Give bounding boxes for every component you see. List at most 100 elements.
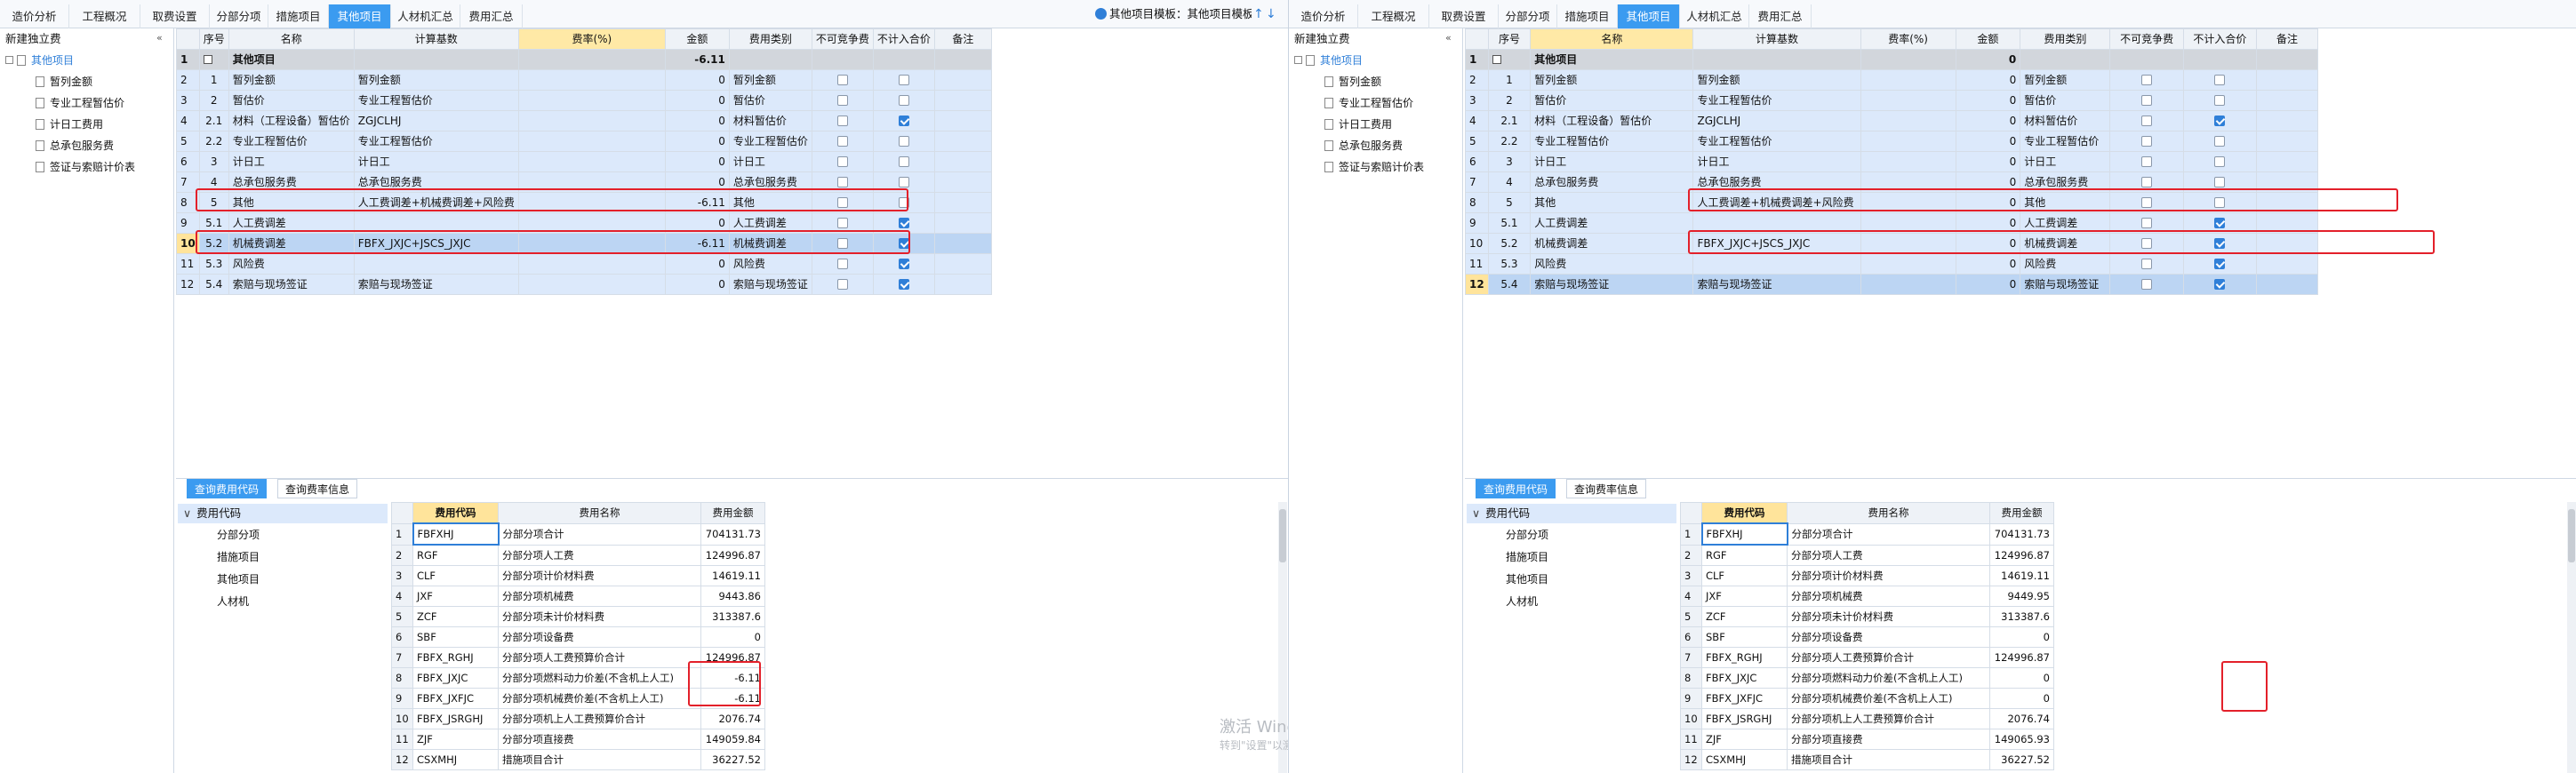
grid-cell-category[interactable]: 材料暂估价 (728, 110, 812, 131)
tree-item[interactable]: 专业工程暂估价 (1324, 92, 1413, 114)
grid-cell-rate[interactable] (517, 110, 666, 131)
exclude-total-cell[interactable] (872, 90, 935, 111)
grid-cell-category[interactable]: 专业工程暂估价 (728, 131, 812, 152)
code-cell[interactable]: ZJF (412, 729, 499, 750)
grid-cell-rate[interactable] (517, 212, 666, 234)
grid-cell-remark[interactable] (2255, 233, 2319, 254)
grid-cell-category[interactable]: 暂列金额 (2020, 69, 2111, 91)
grid-cell-category[interactable]: 风险费 (728, 253, 812, 275)
grid-cell-remark[interactable] (2255, 131, 2319, 152)
grid-cell-seq[interactable]: 2.2 (1487, 131, 1532, 152)
grid-row[interactable]: 12 5.4 索赔与现场签证 索赔与现场签证 0 索赔与现场签证 (1465, 274, 2319, 295)
code-cell[interactable]: RGF (1701, 544, 1788, 566)
grid-cell-remark[interactable] (2255, 110, 2319, 131)
grid-cell-base[interactable]: FBFX_JXJC+JSCS_JXJC (353, 233, 519, 254)
grid-row[interactable]: 11 5.3 风险费 0 风险费 (176, 253, 992, 275)
checkbox[interactable] (2141, 75, 2153, 85)
grid-cell-base[interactable]: 计日工 (1692, 151, 1861, 172)
code-table-header[interactable]: 费用名称 (498, 502, 701, 524)
move-down-icon[interactable]: ↓ (1266, 7, 1276, 21)
code-cell[interactable]: FBFX_JSRGHJ (1701, 708, 1788, 729)
grid-cell-remark[interactable] (2255, 90, 2319, 111)
checkbox[interactable] (2141, 218, 2153, 228)
grid-header[interactable]: 名称 (228, 28, 355, 50)
non-competitive-cell[interactable] (811, 171, 874, 193)
grid-cell-base[interactable]: 暂列金额 (353, 69, 519, 91)
code-tree-root[interactable]: ∨ 费用代码 (178, 504, 388, 523)
non-competitive-cell[interactable] (2109, 90, 2184, 111)
grid-cell-rate[interactable] (1860, 110, 1956, 131)
grid-cell-name[interactable]: 暂估价 (228, 90, 355, 111)
grid-cell-rate[interactable] (1860, 171, 1956, 193)
code-cell[interactable]: FBFX_JXJC (1701, 667, 1788, 689)
grid-header[interactable]: 备注 (933, 28, 992, 50)
grid-header[interactable]: 费率(%) (1860, 28, 1956, 50)
grid-row[interactable]: 8 5 其他 人工费调差+机械费调差+风险费 -6.11 其他 (176, 192, 992, 213)
grid-cell-base[interactable]: 总承包服务费 (353, 171, 519, 193)
grid-row[interactable]: 10 5.2 机械费调差 FBFX_JXJC+JSCS_JXJC -6.11 机械费调差 (176, 233, 992, 254)
grid-cell-name[interactable]: 风险费 (228, 253, 355, 275)
grid-cell-seq[interactable]: 5 (1487, 192, 1532, 213)
code-cell[interactable]: FBFX_RGHJ (412, 647, 499, 668)
non-competitive-cell[interactable] (811, 192, 874, 213)
code-row[interactable]: 11 ZJF 分部分项直接费 149065.93 (1680, 729, 2054, 750)
checkbox[interactable] (898, 197, 909, 208)
grid-header[interactable]: 费用类别 (728, 28, 812, 50)
grid-header[interactable]: 费率(%) (517, 28, 666, 50)
grid-cell-name[interactable]: 其他 (1530, 192, 1694, 213)
grid-cell-rate[interactable] (517, 253, 666, 275)
grid-row[interactable]: 3 2 暂估价 专业工程暂估价 0 暂估价 (176, 90, 992, 111)
grid-cell-remark[interactable] (933, 274, 992, 295)
menu-tab[interactable]: 分部分项 (210, 4, 268, 28)
grid-cell-name[interactable]: 机械费调差 (228, 233, 355, 254)
grid-cell-remark[interactable] (933, 151, 992, 172)
menu-tab[interactable]: 工程概况 (69, 4, 140, 28)
code-row[interactable]: 6 SBF 分部分项设备费 0 (391, 626, 765, 648)
grid-cell-name[interactable]: 专业工程暂估价 (228, 131, 355, 152)
grid-row[interactable]: 7 4 总承包服务费 总承包服务费 0 总承包服务费 (176, 171, 992, 193)
grid-cell-remark[interactable] (933, 69, 992, 91)
grid-cell-name[interactable]: 其他 (228, 192, 355, 213)
grid-cell-name[interactable]: 机械费调差 (1530, 233, 1694, 254)
checkbox[interactable] (898, 156, 909, 167)
grid-cell-seq[interactable]: 2.1 (198, 110, 229, 131)
code-cell[interactable]: CSXMHJ (412, 749, 499, 770)
grid-cell-base[interactable] (1692, 253, 1861, 275)
grid-cell-rate[interactable] (1860, 131, 1956, 152)
exclude-total-cell[interactable] (2182, 192, 2257, 213)
code-table-header[interactable]: 费用名称 (1787, 502, 1990, 524)
chevron-down-icon[interactable]: ∨ (1472, 504, 1480, 523)
checkbox[interactable] (898, 177, 909, 187)
grid-cell-seq[interactable]: 3 (1487, 151, 1532, 172)
grid-cell-base[interactable]: 索赔与现场签证 (353, 274, 519, 295)
checkbox[interactable] (898, 116, 909, 126)
checkbox[interactable] (836, 218, 848, 228)
grid-cell-rate[interactable] (1860, 212, 1956, 234)
code-tree-item[interactable]: 人材机 (217, 592, 249, 611)
code-row[interactable]: 12 CSXMHJ 措施项目合计 36227.52 (391, 749, 765, 770)
grid-cell-seq[interactable]: 4 (1487, 171, 1532, 193)
checkbox[interactable] (2141, 197, 2153, 208)
grid-cell-seq[interactable]: 5.2 (1487, 233, 1532, 254)
checkbox[interactable] (2214, 238, 2226, 249)
grid-cell-remark[interactable] (2255, 274, 2319, 295)
grid-row-summary[interactable]: 1 其他项目 -6.11 (176, 49, 992, 70)
checkbox[interactable] (2214, 156, 2226, 167)
checkbox[interactable] (836, 238, 848, 249)
code-row[interactable]: 4 JXF 分部分项机械费 9449.95 (1680, 586, 2054, 607)
grid-cell-category[interactable]: 总承包服务费 (2020, 171, 2111, 193)
grid-cell-category[interactable]: 风险费 (2020, 253, 2111, 275)
move-up-icon[interactable]: ↑ (1253, 7, 1264, 21)
grid-cell-remark[interactable] (933, 233, 992, 254)
grid-row-summary[interactable]: 1 其他项目 0 (1465, 49, 2319, 70)
grid-cell-remark[interactable] (933, 90, 992, 111)
code-cell[interactable]: FBFXHJ (1700, 522, 1788, 546)
bottom-tab[interactable]: 查询费率信息 (277, 479, 358, 498)
code-row[interactable]: 4 JXF 分部分项机械费 9443.86 (391, 586, 765, 607)
checkbox[interactable] (836, 156, 848, 167)
non-competitive-cell[interactable] (2109, 69, 2184, 91)
code-row[interactable]: 1 FBFXHJ 分部分项合计 704131.73 (1680, 522, 2054, 546)
scrollbar-thumb[interactable] (1279, 509, 1286, 562)
grid-row[interactable]: 5 2.2 专业工程暂估价 专业工程暂估价 0 专业工程暂估价 (176, 131, 992, 152)
non-competitive-cell[interactable] (2109, 233, 2184, 254)
